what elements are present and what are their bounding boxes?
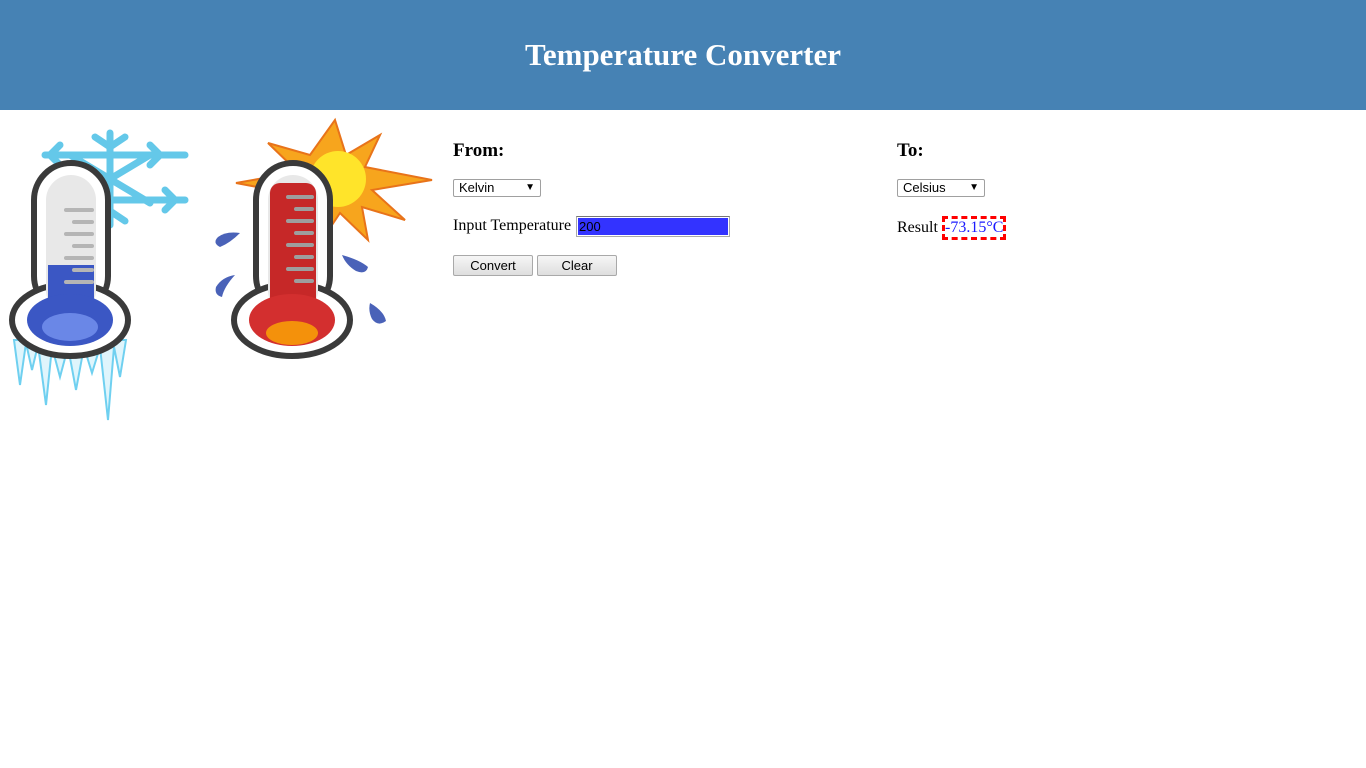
to-label: To: (897, 140, 924, 161)
from-unit-select[interactable]: Kelvin ▼ (453, 179, 541, 197)
chevron-down-icon: ▼ (969, 182, 979, 193)
to-unit-select[interactable]: Celsius ▼ (897, 179, 985, 197)
from-unit-selected: Kelvin (459, 180, 495, 195)
input-temperature-field[interactable]: 200 (576, 216, 730, 237)
hot-thermometer-icon (215, 117, 433, 359)
result-value: -73.15°C (942, 216, 1006, 240)
page-title: Temperature Converter (525, 37, 841, 72)
cold-thermometer-icon (9, 129, 189, 421)
page-header: Temperature Converter (0, 0, 1366, 110)
from-label: From: (453, 140, 505, 161)
convert-button[interactable]: Convert (453, 255, 533, 276)
input-temperature-value: 200 (579, 219, 601, 234)
input-temperature-label: Input Temperature (453, 217, 572, 234)
thermometer-illustration (9, 117, 433, 421)
result-label: Result (897, 219, 938, 236)
chevron-down-icon: ▼ (525, 182, 535, 193)
clear-button[interactable]: Clear (537, 255, 617, 276)
to-unit-selected: Celsius (903, 180, 946, 195)
